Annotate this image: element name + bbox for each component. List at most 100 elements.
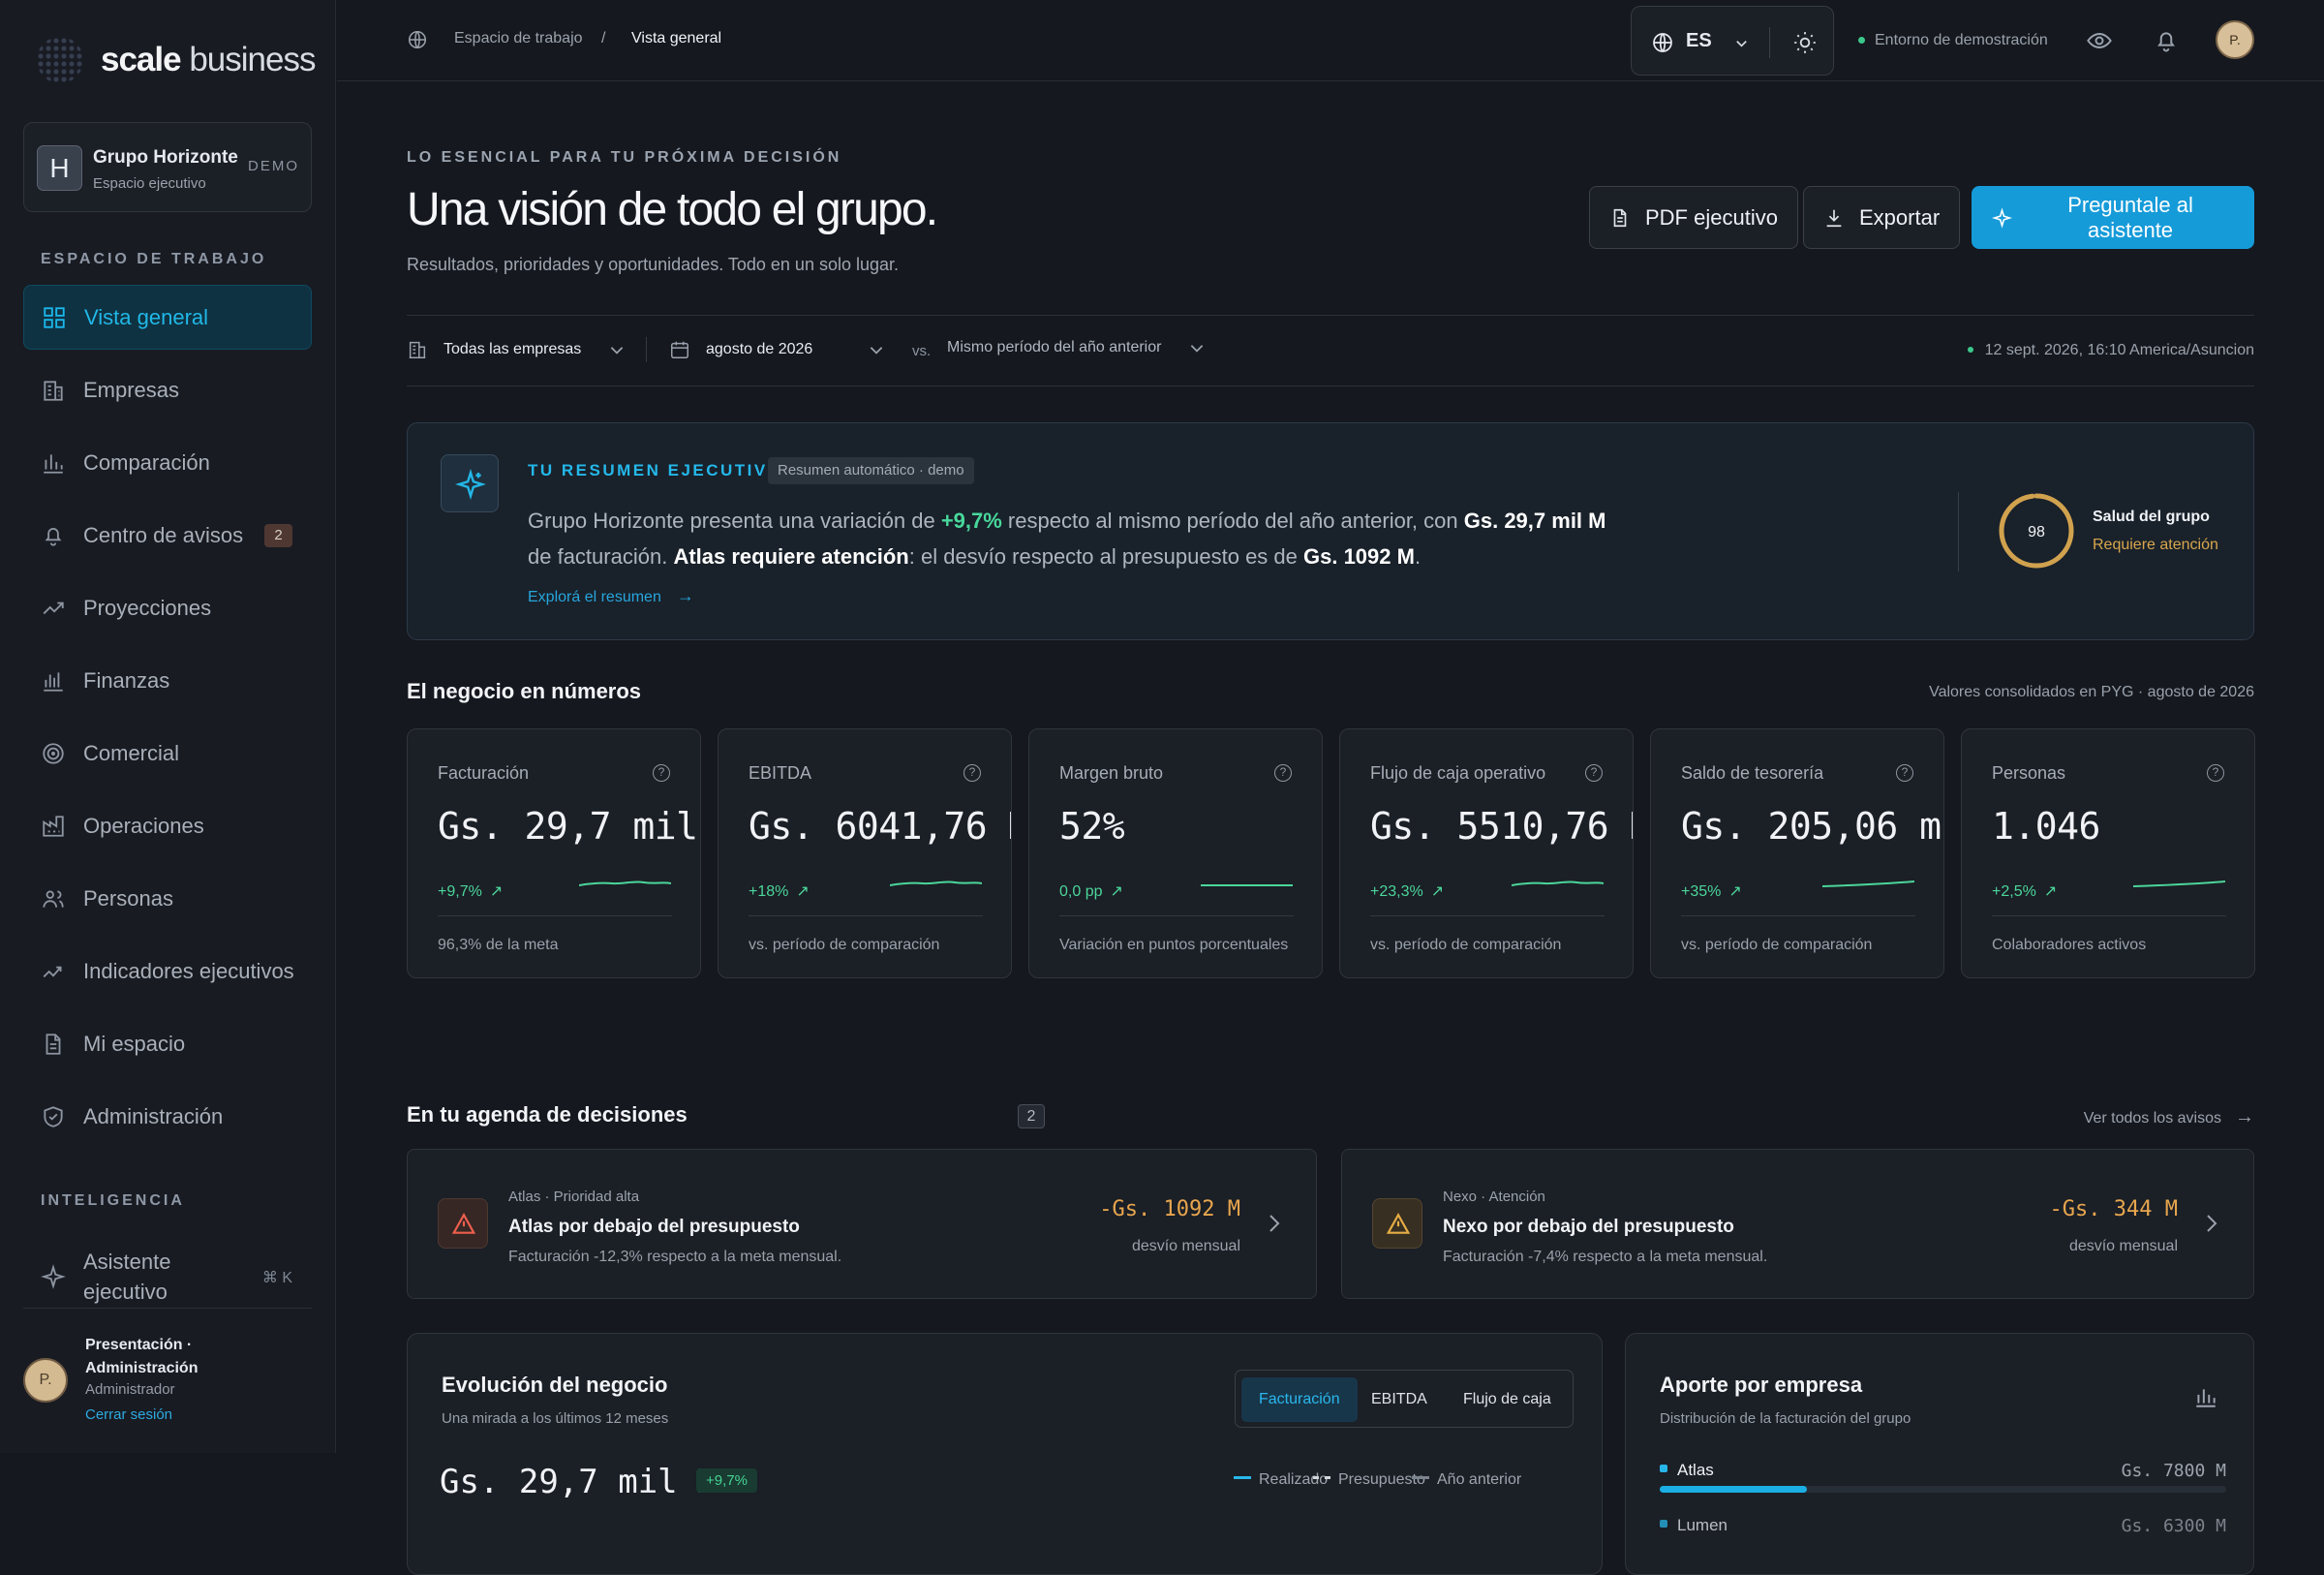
sidebar-item-label: Personas [83,885,173,911]
company-value: Gs. 7800 M [2121,1461,2226,1481]
metric-card[interactable]: Margen bruto ? 52% 0,0 pp Variación en p… [1028,728,1323,978]
sidebar-item-vista-general[interactable]: Vista general [23,285,312,350]
sidebar-item-administracion[interactable]: Administración [23,1084,312,1149]
filter-divider [646,337,647,362]
explore-summary-link[interactable]: Explorá el resumen [528,586,694,606]
user-role: Administrador [85,1381,175,1398]
trend-icon [43,602,64,614]
export-button[interactable]: Exportar [1803,186,1961,249]
help-icon[interactable]: ? [653,764,670,782]
help-icon[interactable]: ? [1585,764,1603,782]
metric-card[interactable]: Saldo de tesorería ? Gs. 205,06 mil M +3… [1650,728,1944,978]
calendar-icon [671,341,688,358]
legend-ano-anterior: Año anterior [1412,1471,1521,1489]
help-icon[interactable]: ? [1274,764,1292,782]
bar-chart-icon[interactable] [2193,1384,2218,1409]
period-filter[interactable]: agosto de 2026 [669,339,885,360]
chevron-down-icon[interactable] [1734,36,1749,50]
sidebar-item-label: Finanzas [83,667,170,693]
sidebar-item-comercial[interactable]: Comercial [23,721,312,786]
metric-sparkline [2133,880,2225,887]
help-icon[interactable]: ? [963,764,981,782]
sidebar-item-mi-espacio[interactable]: Mi espacio [23,1011,312,1076]
top-user-avatar[interactable]: P. [2216,20,2254,59]
metric-sparkline [890,880,982,886]
metric-change: +18% [749,881,810,901]
metric-card[interactable]: EBITDA ? Gs. 6041,76 M +18% vs. período … [718,728,1012,978]
health-title: Salud del grupo [2093,509,2210,525]
document-icon [46,1033,61,1055]
environment-label: Entorno de demostración [1875,32,2048,48]
sidebar-item-operaciones[interactable]: Operaciones [23,793,312,858]
see-all-alerts-link[interactable]: Ver todos los avisos [2084,1106,2254,1128]
pdf-executive-button[interactable]: PDF ejecutivo [1589,186,1798,249]
metric-sparkline [1822,880,1914,887]
chevron-right-icon [2207,1215,2217,1232]
metric-value: Gs. 5510,76 M [1370,805,1634,848]
decision-card-nexo[interactable]: Nexo · Atención Nexo por debajo del pres… [1341,1149,2254,1299]
metric-footnote: vs. período de comparación [1370,937,1562,953]
sidebar-item-comparacion[interactable]: Comparación [23,430,312,495]
metric-change: +35% [1681,881,1742,901]
company-filter[interactable]: Todas las empresas [407,339,626,360]
evolution-metric-tabs: Facturación EBITDA Flujo de caja [1235,1370,1574,1428]
tab-facturacion[interactable]: Facturación [1241,1377,1358,1422]
help-icon[interactable]: ? [1896,764,1913,782]
executive-summary: TU RESUMEN EJECUTIVO Resumen automático … [407,422,2254,640]
eye-icon[interactable] [2086,27,2113,54]
user-avatar: P. [23,1358,68,1403]
bell-icon [45,527,62,546]
decision-description: Facturación -7,4% respecto a la meta men… [1443,1249,1768,1265]
environment-status-dot [1858,37,1865,44]
logout-link[interactable]: Cerrar sesión [85,1406,172,1423]
organization-subtitle: Espacio ejecutivo [93,175,206,192]
metric-label: Facturación [438,763,530,783]
sidebar-item-label: Operaciones [83,813,204,838]
metric-label: EBITDA [749,763,812,783]
summary-auto-tag: Resumen automático · demo [768,457,974,484]
decision-card-atlas[interactable]: Atlas · Prioridad alta Atlas por debajo … [407,1149,1317,1299]
sidebar-item-asistente-ejecutivo[interactable]: Asistente ejecutivo ⌘ K [23,1244,312,1309]
decision-amount-label: desvío mensual [1131,1238,1240,1254]
sidebar-item-empresas[interactable]: Empresas [23,357,312,422]
metric-footnote: Variación en puntos porcentuales [1059,937,1289,953]
decision-description: Facturación -12,3% respecto a la meta me… [508,1249,842,1265]
filter-top-divider [407,315,2254,316]
sidebar-item-label: Mi espacio [83,1031,186,1056]
notification-bell-icon[interactable] [2153,27,2180,54]
tab-flujo-de-caja[interactable]: Flujo de caja [1446,1377,1569,1422]
language-selector[interactable]: ES [1686,30,1712,52]
breadcrumb-workspace[interactable]: Espacio de trabajo [454,30,583,47]
organization-name: Grupo Horizonte [93,147,238,168]
decision-amount-label: desvío mensual [2068,1238,2178,1254]
metric-label: Personas [1992,763,2066,783]
sidebar-footer-divider [23,1308,312,1309]
sidebar-item-finanzas[interactable]: Finanzas [23,648,312,713]
sun-icon[interactable] [1792,30,1818,55]
sidebar-item-indicadores-ejecutivos[interactable]: Indicadores ejecutivos [23,939,312,1004]
warning-icon [1372,1198,1422,1249]
chevron-down-icon [871,347,883,355]
sidebar-item-label: Comercial [83,740,180,765]
decision-title: Nexo por debajo del presupuesto [1443,1217,1734,1237]
ask-assistant-button[interactable]: Preguntale al asistente [1972,186,2254,249]
user-profile[interactable]: P. Presentación · Administración Adminis… [23,1326,312,1427]
company-contribution-panel: Aporte por empresa Distribución de la fa… [1625,1333,2254,1575]
evolution-title: Evolución del negocio [442,1373,668,1397]
metric-card[interactable]: Facturación ? Gs. 29,7 mil M +9,7% 96,3%… [407,728,701,978]
sidebar-item-proyecciones[interactable]: Proyecciones [23,575,312,640]
brand-logo[interactable]: scale business [37,37,316,83]
comparison-vs-label: vs. [912,343,932,359]
tab-ebitda[interactable]: EBITDA [1354,1377,1445,1422]
sidebar-item-personas[interactable]: Personas [23,866,312,931]
sidebar-item-centro-de-avisos[interactable]: Centro de avisos 2 [23,503,312,568]
metric-card[interactable]: Personas ? 1.046 +2,5% Colaboradores act… [1961,728,2255,978]
organization-switcher[interactable]: H Grupo Horizonte Espacio ejecutivo DEMO [23,122,312,212]
sidebar-item-label: Empresas [83,377,180,402]
summary-title: TU RESUMEN EJECUTIVO [528,461,783,479]
metric-card[interactable]: Flujo de caja operativo ? Gs. 5510,76 M … [1339,728,1634,978]
metric-value: Gs. 205,06 mil M [1681,805,1943,848]
page-title: Una visión de todo el grupo. [407,184,938,235]
comparison-filter[interactable]: Mismo período del año anterior [947,339,1206,356]
help-icon[interactable]: ? [2207,764,2224,782]
